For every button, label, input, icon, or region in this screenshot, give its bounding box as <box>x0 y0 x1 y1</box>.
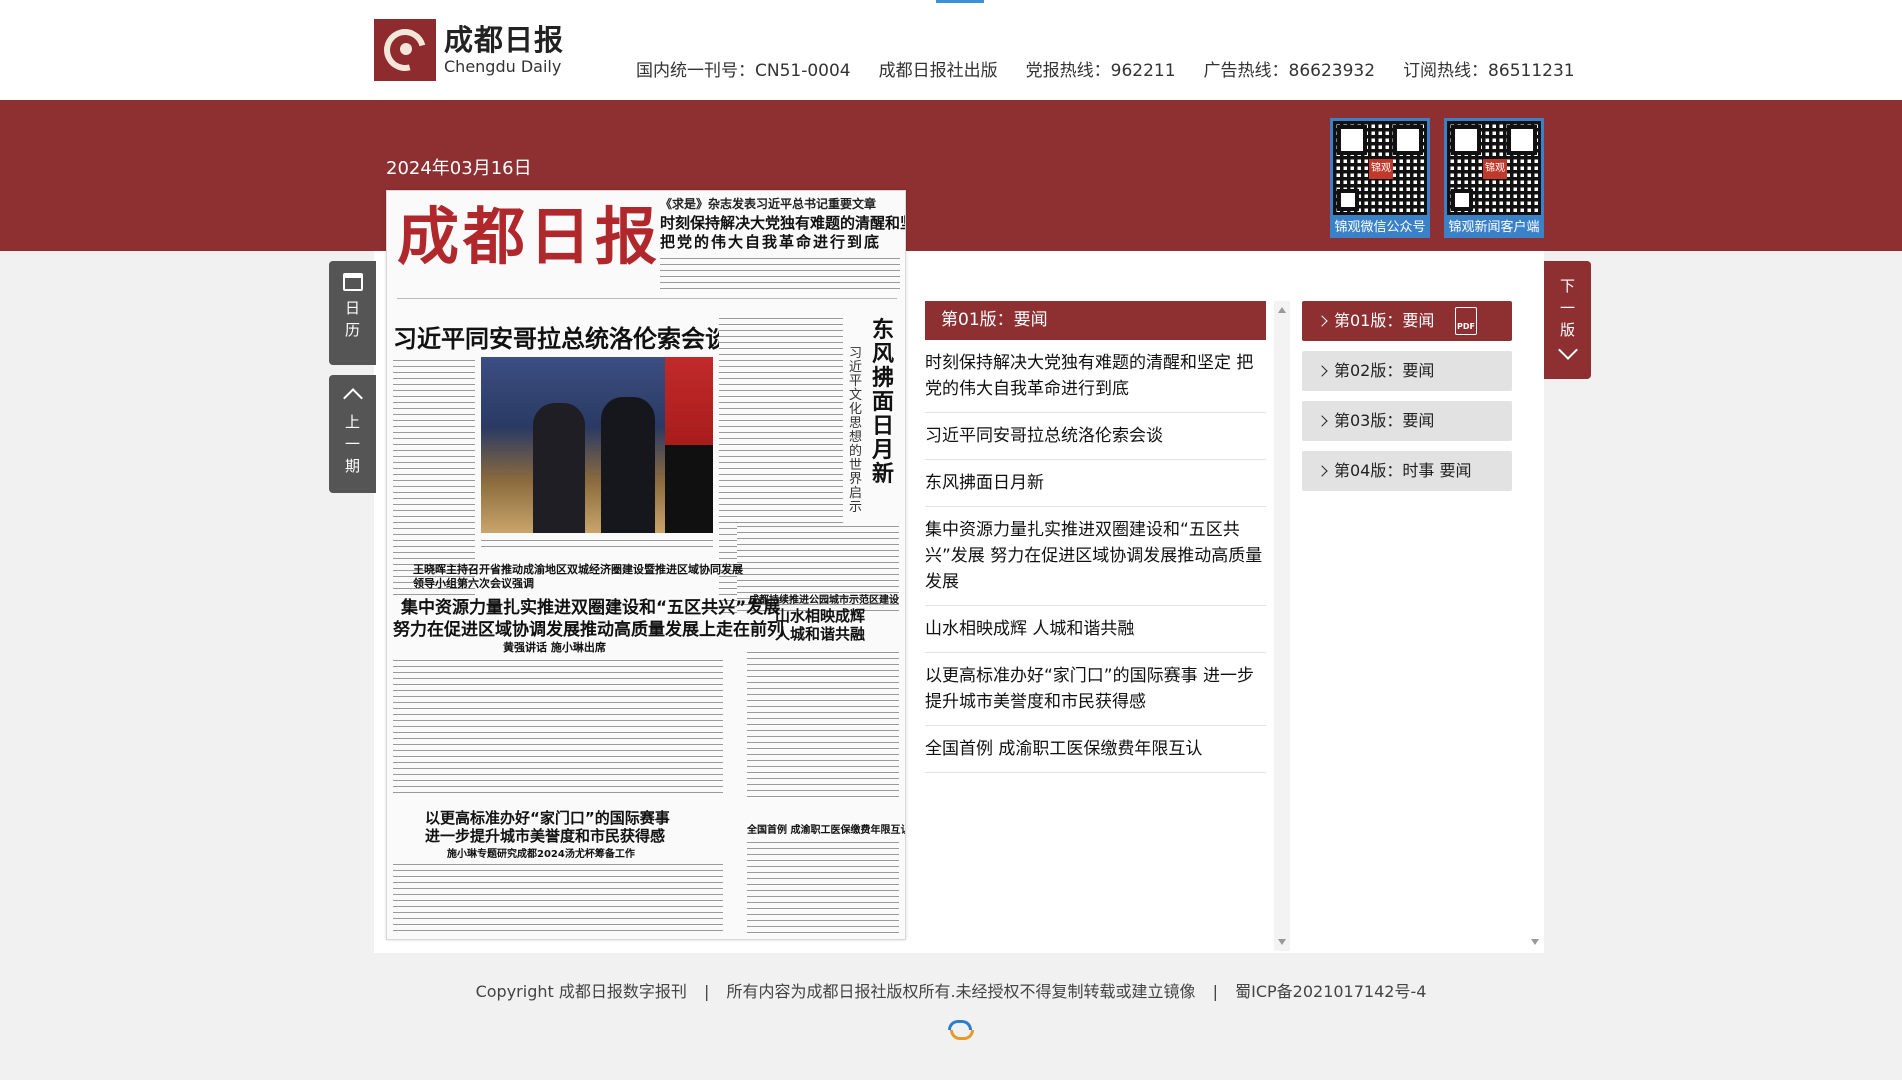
scroll-down-icon[interactable] <box>1531 939 1539 945</box>
paper-photo[interactable] <box>481 357 713 533</box>
calendar-label-2: 历 <box>344 321 360 339</box>
qr-code-icon: 锦观 <box>1444 118 1544 218</box>
paper-masthead: 成都日报 <box>397 200 662 273</box>
paper-text-block <box>393 657 723 797</box>
prev-issue-button[interactable]: 上 一 期 <box>329 375 376 493</box>
party-hotline: 党报热线：962211 <box>1025 61 1176 81</box>
hotline-bar: 国内统一刊号：CN51-0004 成都日报社出版 党报热线：962211 广告热… <box>636 56 1575 81</box>
paper-side-h2[interactable]: 人城和谐共融 <box>775 623 865 644</box>
paper-h2-byline: 黄强讲话 施小琳出席 <box>503 641 606 654</box>
qr-wechat-caption: 锦观微信公众号 <box>1330 218 1430 238</box>
paper-text-block <box>747 839 899 935</box>
article-list-header: 第01版：要闻 <box>925 301 1266 340</box>
calendar-label-1: 日 <box>344 299 360 317</box>
logo-mark-icon <box>374 19 436 81</box>
paper-text-block <box>393 861 723 935</box>
edition-label: 第02版：要闻 <box>1334 361 1435 380</box>
edition-label: 第04版：时事 要闻 <box>1334 461 1472 480</box>
date-band <box>0 100 1902 251</box>
edition-label: 第01版：要闻 <box>1334 311 1435 330</box>
prev-label-2: 一 <box>344 435 360 453</box>
qr-app-caption: 锦观新闻客户端 <box>1444 218 1544 238</box>
top-header: 成都日报 Chengdu Daily 国内统一刊号：CN51-0004 成都日报… <box>0 0 1902 100</box>
site-footer: Copyright 成都日报数字报刊 | 所有内容为成都日报社版权所有.未经授权… <box>0 978 1902 1002</box>
logo-title-cn: 成都日报 <box>444 23 565 57</box>
paper-text-block <box>747 649 899 799</box>
article-link[interactable]: 习近平同安哥拉总统洛伦索会谈 <box>925 413 1266 460</box>
newspaper-page[interactable]: 成都日报 《求是》杂志发表习近平总书记重要文章 时刻保持解决大党独有难题的清醒和… <box>386 190 906 940</box>
prev-label-1: 上 <box>344 413 360 431</box>
paper-text-block <box>393 357 475 597</box>
paper-sub-kicker: 王晓晖主持召开省推动成渝地区双城经济圈建设暨推进区域协同发展领导小组第六次会议强… <box>413 563 743 590</box>
paper-vertical-subtitle: 习近平文化思想的世界启示 <box>849 346 863 515</box>
next-label-2: 一 <box>1559 299 1575 317</box>
footer-copyright: Copyright 成都日报数字报刊 <box>475 982 687 1001</box>
photo-caption-lines <box>481 537 713 549</box>
article-link[interactable]: 集中资源力量扎实推进双圈建设和“五区共兴”发展 努力在促进区域协调发展推动高质量… <box>925 507 1266 606</box>
paper-text-block <box>660 255 900 291</box>
calendar-button[interactable]: 日 历 <box>329 261 376 365</box>
footer-logo-icon[interactable] <box>948 1018 974 1044</box>
chevron-right-icon <box>1316 315 1328 327</box>
prev-label-3: 期 <box>344 457 360 475</box>
next-label-1: 下 <box>1559 277 1575 295</box>
logo-title-en: Chengdu Daily <box>444 57 562 76</box>
edition-item-04[interactable]: 第04版：时事 要闻 <box>1302 451 1512 491</box>
article-link[interactable]: 时刻保持解决大党独有难题的清醒和坚定 把党的伟大自我革命进行到底 <box>925 340 1266 413</box>
footer-divider: | <box>1212 982 1219 1001</box>
edition-item-02[interactable]: 第02版：要闻 <box>1302 351 1512 391</box>
qr-code-icon: 锦观 <box>1330 118 1430 218</box>
edition-item-03[interactable]: 第03版：要闻 <box>1302 401 1512 441</box>
issue-date: 2024年03月16日 <box>386 158 532 179</box>
edition-list: 第01版：要闻 PDF 第02版：要闻 第03版：要闻 第04版：时事 要闻 <box>1302 301 1512 501</box>
qr-seal-icon: 锦观 <box>1483 159 1507 179</box>
paper-lead-line1[interactable]: 时刻保持解决大党独有难题的清醒和坚定 <box>660 213 905 233</box>
top-indicator <box>936 0 984 3</box>
chevron-right-icon <box>1316 365 1328 377</box>
next-label-3: 版 <box>1559 321 1575 339</box>
article-link[interactable]: 全国首例 成渝职工医保缴费年限互认 <box>925 726 1266 773</box>
article-link[interactable]: 以更高标准办好“家门口”的国际赛事 进一步提升城市美誉度和市民获得感 <box>925 653 1266 726</box>
paper-lead-line2[interactable]: 把党的伟大自我革命进行到底 <box>660 232 881 252</box>
scroll-up-icon[interactable] <box>1278 307 1286 313</box>
edition-item-01[interactable]: 第01版：要闻 PDF <box>1302 301 1512 341</box>
issn-text: 国内统一刊号：CN51-0004 <box>636 61 851 81</box>
footer-rights: 所有内容为成都日报社版权所有.未经授权不得复制转载或建立镜像 <box>726 982 1196 1001</box>
site-logo[interactable]: 成都日报 Chengdu Daily <box>374 19 564 81</box>
ad-hotline: 广告热线：86623932 <box>1203 61 1376 81</box>
page-scrollbar[interactable] <box>1527 251 1543 951</box>
calendar-icon <box>342 273 363 291</box>
paper-vertical-headline[interactable]: 东风拂面日月新 <box>872 319 900 487</box>
publisher-text: 成都日报社出版 <box>878 61 998 81</box>
chevron-up-icon <box>342 388 363 408</box>
article-list: 时刻保持解决大党独有难题的清醒和坚定 把党的伟大自我革命进行到底 习近平同安哥拉… <box>925 340 1266 773</box>
paper-bottom-note[interactable]: 全国首例 成渝职工医保缴费年限互认 <box>747 821 905 836</box>
scroll-down-icon[interactable] <box>1278 939 1286 945</box>
subscribe-hotline: 订阅热线：86511231 <box>1403 61 1575 81</box>
footer-icp[interactable]: 蜀ICP备2021017142号-4 <box>1235 982 1426 1001</box>
paper-kicker: 《求是》杂志发表习近平总书记重要文章 <box>660 197 877 211</box>
article-link[interactable]: 山水相映成辉 人城和谐共融 <box>925 606 1266 653</box>
article-list-scrollbar[interactable] <box>1274 301 1290 951</box>
paper-h3-line2[interactable]: 进一步提升城市美誉度和市民获得感 <box>425 825 665 846</box>
paper-side-kicker: 成都持续推进公园城市示范区建设 <box>749 595 899 606</box>
article-link[interactable]: 东风拂面日月新 <box>925 460 1266 507</box>
pdf-icon[interactable]: PDF <box>1455 307 1477 335</box>
paper-h3-byline: 施小琳专题研究成都2024汤尤杯筹备工作 <box>447 849 635 860</box>
edition-label: 第03版：要闻 <box>1334 411 1435 430</box>
chevron-down-icon <box>1557 340 1578 360</box>
masthead-rule <box>397 291 897 299</box>
qr-wechat[interactable]: 锦观 锦观微信公众号 <box>1330 118 1430 240</box>
paper-main-headline[interactable]: 习近平同安哥拉总统洛伦索会谈 <box>393 319 729 354</box>
chevron-right-icon <box>1316 465 1328 477</box>
footer-divider: | <box>703 982 710 1001</box>
qr-seal-icon: 锦观 <box>1369 159 1393 179</box>
paper-h2-line2[interactable]: 努力在促进区域协调发展推动高质量发展上走在前列 <box>393 615 784 640</box>
next-page-button[interactable]: 下 一 版 <box>1544 261 1591 379</box>
chevron-right-icon <box>1316 415 1328 427</box>
qr-app[interactable]: 锦观 锦观新闻客户端 <box>1444 118 1544 240</box>
